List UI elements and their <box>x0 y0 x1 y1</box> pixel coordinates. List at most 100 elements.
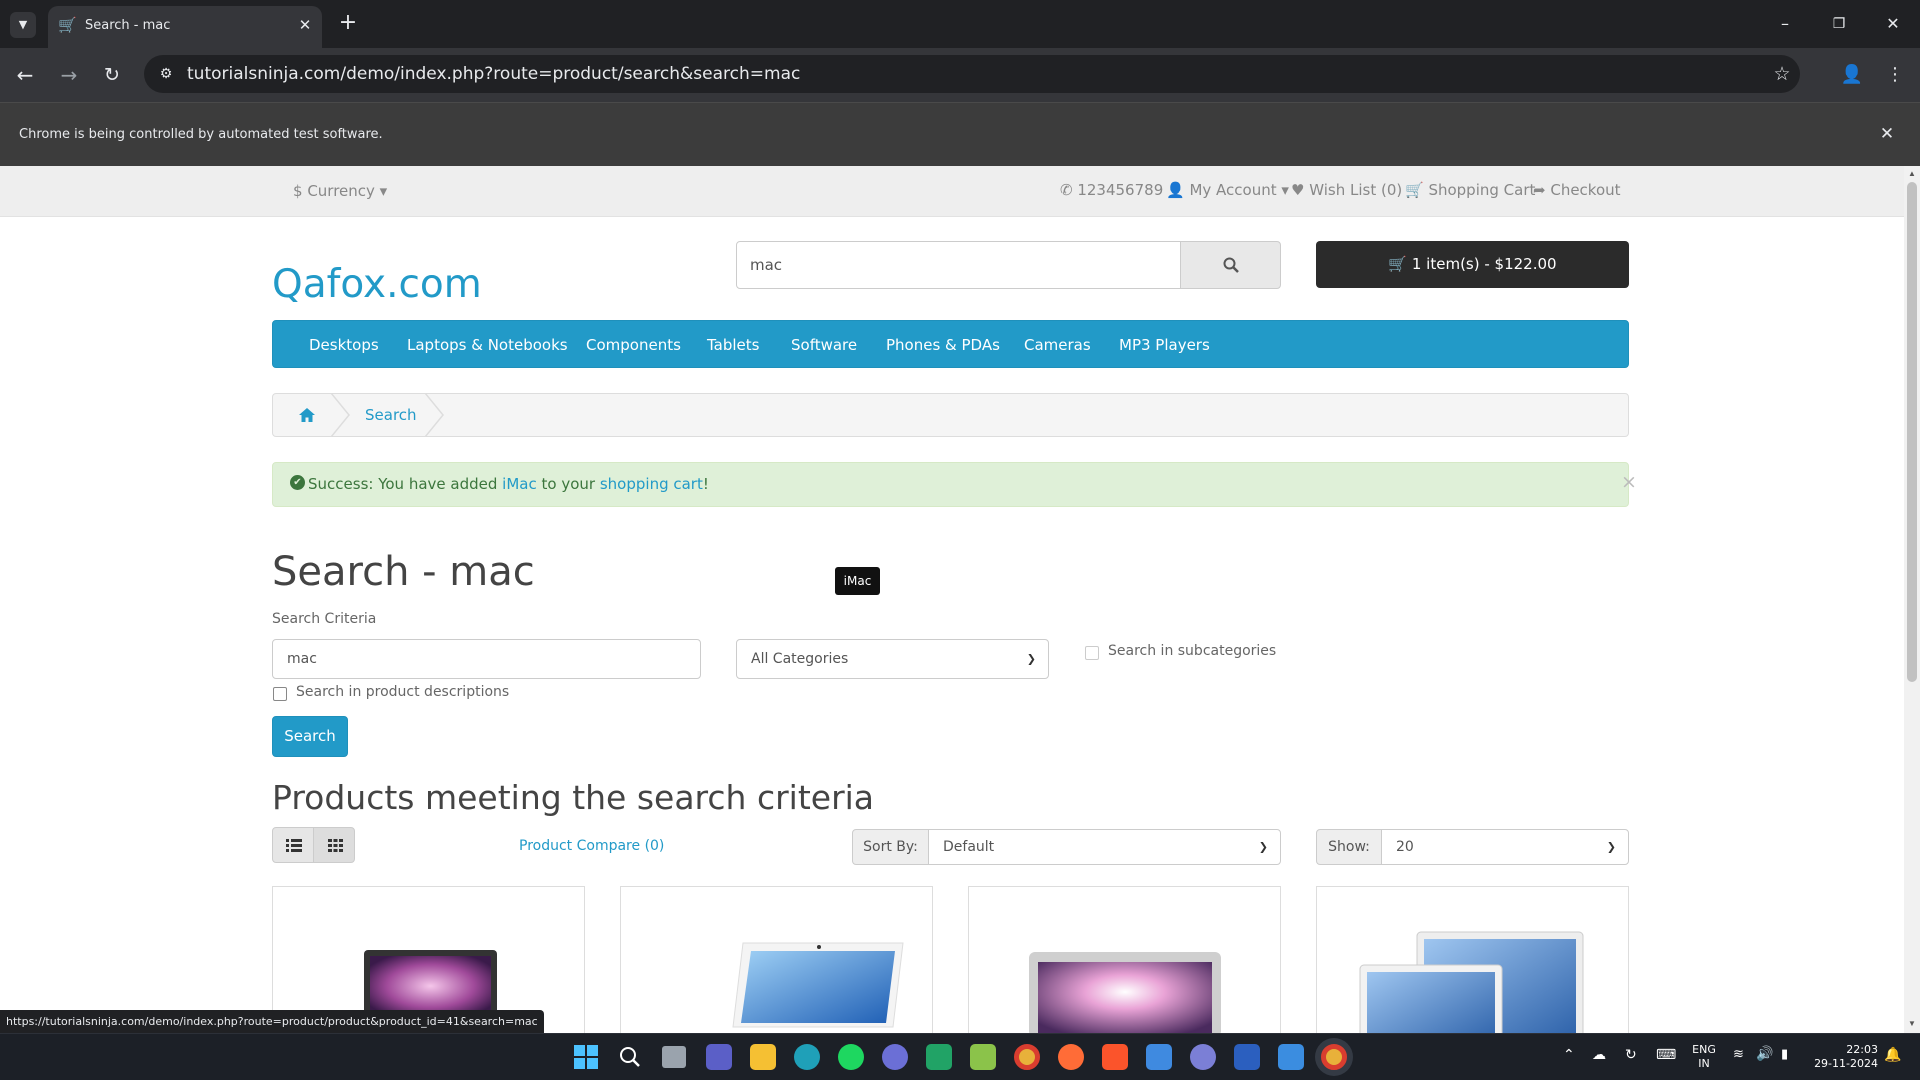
site-logo[interactable]: Qafox.com <box>272 262 482 307</box>
page-title: Search - mac <box>272 549 535 595</box>
scroll-down-icon[interactable]: ▼ <box>1908 1019 1916 1028</box>
clock[interactable]: 22:03 29-11-2024 <box>1808 1043 1878 1071</box>
scroll-up-icon[interactable]: ▲ <box>1908 169 1916 178</box>
reload-icon[interactable]: ↻ <box>99 62 125 88</box>
alert-product-link[interactable]: iMac <box>502 475 537 493</box>
home-icon[interactable] <box>299 408 315 422</box>
descriptions-checkbox[interactable] <box>273 687 287 701</box>
menu-item-mp3[interactable]: MP3 Players <box>1119 336 1210 354</box>
tray-chevron-icon[interactable]: ⌃ <box>1563 1047 1575 1063</box>
close-tab-icon[interactable]: ✕ <box>296 16 314 34</box>
bookmark-star-icon[interactable]: ☆ <box>1771 63 1793 85</box>
tab-search-icon[interactable]: ▼ <box>10 12 36 38</box>
currency-dropdown[interactable]: $ Currency ▾ <box>293 182 387 200</box>
profile-icon[interactable]: 👤 <box>1838 62 1866 88</box>
product-card[interactable] <box>620 886 933 1033</box>
menu-item-laptops[interactable]: Laptops & Notebooks <box>407 336 568 354</box>
back-icon[interactable]: ← <box>12 62 38 88</box>
address-bar-row: ← → ↻ ⚙ tutorialsninja.com/demo/index.ph… <box>0 48 1920 102</box>
grid-view-button[interactable] <box>313 827 355 863</box>
product-image[interactable] <box>969 887 1281 1033</box>
word-icon[interactable] <box>1234 1044 1260 1070</box>
clock-date: 29-11-2024 <box>1814 1057 1878 1070</box>
alert-cart-link[interactable]: shopping cart <box>600 475 703 493</box>
new-tab-icon[interactable]: + <box>337 10 359 36</box>
chrome-menu-icon[interactable]: ⋮ <box>1882 62 1908 88</box>
product-image[interactable] <box>621 887 933 1033</box>
phone-link[interactable]: ✆ 123456789 <box>1060 181 1163 199</box>
header-search-input[interactable]: mac <box>736 241 1181 289</box>
wifi-icon[interactable]: ≋ <box>1733 1047 1744 1062</box>
sort-by-select[interactable]: Default ❯ <box>928 829 1281 865</box>
alert-message: Success: You have added iMac to your sho… <box>308 475 709 493</box>
sync-icon[interactable]: ↻ <box>1625 1047 1637 1063</box>
list-view-button[interactable] <box>272 827 314 863</box>
notepad-icon[interactable] <box>970 1044 996 1070</box>
minimize-icon[interactable]: – <box>1770 12 1800 36</box>
paint-icon[interactable] <box>1278 1044 1304 1070</box>
close-infobar-icon[interactable]: ✕ <box>1876 123 1898 145</box>
restore-icon[interactable]: ❐ <box>1824 12 1854 36</box>
sheets-icon[interactable] <box>926 1044 952 1070</box>
check-circle-icon: ✔ <box>290 475 305 490</box>
my-account-label: My Account <box>1189 181 1277 199</box>
header-search-button[interactable] <box>1180 241 1281 289</box>
alert-middle: to your <box>541 475 596 493</box>
browser-tab[interactable]: 🛒 Search - mac ✕ <box>48 6 322 48</box>
success-alert: ✔ Success: You have added iMac to your s… <box>272 462 1637 507</box>
page-scrollbar[interactable]: ▲ ▼ <box>1904 166 1920 1033</box>
checkout-link[interactable]: ➦ Checkout <box>1533 181 1621 199</box>
cart-total-button[interactable]: 🛒 1 item(s) - $122.00 <box>1316 241 1629 288</box>
edge-icon[interactable] <box>794 1044 820 1070</box>
chrome-active-icon[interactable] <box>1321 1044 1347 1070</box>
product-card[interactable] <box>1316 886 1629 1033</box>
chrome-icon[interactable] <box>1014 1044 1040 1070</box>
file-explorer-icon[interactable] <box>750 1044 776 1070</box>
menu-item-software[interactable]: Software <box>791 336 857 354</box>
site-info-icon[interactable]: ⚙ <box>156 64 176 84</box>
wish-list-link[interactable]: ♥ Wish List (0) <box>1291 181 1402 199</box>
menu-item-tablets[interactable]: Tablets <box>707 336 760 354</box>
product-image[interactable] <box>1317 887 1629 1033</box>
postman-icon[interactable] <box>1058 1044 1084 1070</box>
app-icon[interactable] <box>882 1044 908 1070</box>
show-limit-select[interactable]: 20 ❯ <box>1381 829 1629 865</box>
language-indicator[interactable]: ENG IN <box>1690 1043 1718 1071</box>
search-keyword-value: mac <box>287 651 317 667</box>
shopping-cart-link[interactable]: 🛒 Shopping Cart <box>1405 181 1535 199</box>
keyboard-icon[interactable]: ⌨ <box>1656 1047 1676 1063</box>
forward-icon[interactable]: → <box>56 62 82 88</box>
alert-prefix: Success: You have added <box>308 475 498 493</box>
menu-item-phones[interactable]: Phones & PDAs <box>886 336 1000 354</box>
close-window-icon[interactable]: ✕ <box>1878 12 1908 36</box>
taskbar-search-icon[interactable] <box>619 1046 641 1068</box>
app2-icon[interactable] <box>1190 1044 1216 1070</box>
spotify-icon[interactable] <box>838 1044 864 1070</box>
product-compare-link[interactable]: Product Compare (0) <box>519 838 664 854</box>
volume-icon[interactable]: 🔊 <box>1756 1046 1773 1062</box>
breadcrumb-search-link[interactable]: Search <box>365 406 417 424</box>
search-button[interactable]: Search <box>272 716 348 757</box>
brave-icon[interactable] <box>1102 1044 1128 1070</box>
battery-icon[interactable]: ▮ <box>1781 1047 1788 1062</box>
alert-close-button[interactable]: × <box>1621 471 1637 493</box>
url-bar[interactable]: ⚙ tutorialsninja.com/demo/index.php?rout… <box>144 55 1800 93</box>
menu-item-cameras[interactable]: Cameras <box>1024 336 1091 354</box>
list-view-icon <box>286 839 302 852</box>
product-tooltip: iMac <box>835 567 880 595</box>
menu-item-components[interactable]: Components <box>586 336 681 354</box>
onedrive-icon[interactable]: ☁ <box>1592 1047 1606 1063</box>
breadcrumb-separator-icon <box>331 393 350 437</box>
category-select[interactable]: All Categories ❯ <box>736 639 1049 679</box>
notification-bell-icon[interactable]: 🔔 <box>1884 1047 1901 1063</box>
teams-icon[interactable] <box>706 1044 732 1070</box>
product-card[interactable] <box>968 886 1281 1033</box>
windows-start-icon[interactable] <box>574 1045 598 1069</box>
task-view-icon[interactable] <box>662 1046 686 1068</box>
scrollbar-thumb[interactable] <box>1907 182 1917 682</box>
search-keyword-input[interactable]: mac <box>272 639 701 679</box>
my-account-dropdown[interactable]: 👤 My Account ▾ <box>1166 181 1289 199</box>
subcategories-checkbox[interactable] <box>1085 646 1099 660</box>
notes-icon[interactable] <box>1146 1044 1172 1070</box>
menu-item-desktops[interactable]: Desktops <box>309 336 379 354</box>
